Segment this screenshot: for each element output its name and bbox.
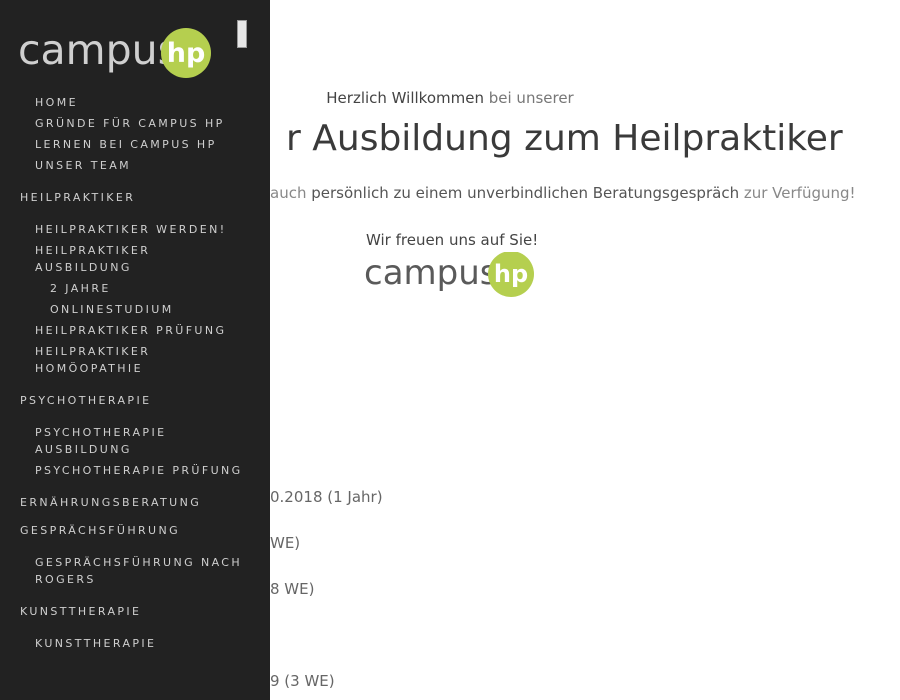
campus-hp-logo-graphic: campus hp	[364, 251, 534, 297]
course-date-3: 8 WE)	[270, 580, 315, 598]
course-date-1: 0.2018 (1 Jahr)	[270, 488, 383, 506]
nav-item-hp-pruefung[interactable]: Heilpraktiker Prüfung	[0, 320, 270, 341]
course-date-4: 9 (3 WE)	[270, 672, 335, 690]
nav-item-hp-ausbildung[interactable]: Heilpraktiker Ausbildung	[0, 240, 270, 278]
nav-item-gruende[interactable]: Gründe für Campus HP	[0, 113, 270, 134]
main-navigation: Home Gründe für Campus HP Lernen bei Cam…	[0, 92, 270, 654]
close-drawer-handle[interactable]	[237, 20, 247, 48]
nav-item-kunst-sub[interactable]: Kunsttherapie	[0, 633, 270, 654]
consultation-strong: persönlich zu einem unverbindlichen Bera…	[311, 184, 740, 202]
nav-item-psy-ausbildung[interactable]: Psychotherapie Ausbildung	[0, 422, 270, 460]
nav-item-2-jahre[interactable]: 2 Jahre	[0, 278, 270, 299]
nav-item-heilpraktiker[interactable]: Heilpraktiker	[0, 187, 270, 208]
campus-hp-logo-graphic-drawer: campus hp	[18, 26, 211, 78]
nav-item-psy-pruefung[interactable]: Psychotherapie Prüfung	[0, 460, 270, 481]
consultation-soft-1: auch	[270, 184, 307, 202]
nav-item-home[interactable]: Home	[0, 92, 270, 113]
nav-item-ernaehrung[interactable]: Ernährungsberatung	[0, 492, 270, 513]
nav-item-team[interactable]: Unser Team	[0, 155, 270, 176]
welcome-soft: bei unserer	[488, 89, 574, 107]
logo-wordmark: campus	[364, 253, 498, 293]
welcome-strong: Herzlich Willkommen	[326, 89, 484, 107]
campus-hp-logo[interactable]: campus hp	[18, 24, 214, 84]
closing-line: Wir freuen uns auf Sie!	[366, 231, 539, 249]
nav-item-lernen[interactable]: Lernen bei Campus HP	[0, 134, 270, 155]
campus-hp-logo-main[interactable]: campus hp	[364, 251, 536, 304]
logo-badge-text-drawer: hp	[167, 38, 206, 69]
consultation-line: auch persönlich zu einem unverbindlichen…	[270, 184, 856, 202]
nav-item-gespraech[interactable]: Gesprächsführung	[0, 520, 270, 541]
consultation-soft-2: zur Verfügung!	[743, 184, 856, 202]
nav-item-gespraech-rogers[interactable]: Gesprächsführung nach Rogers	[0, 552, 270, 590]
nav-drawer: campus hp Home Gründe für Campus HP Lern…	[0, 0, 270, 700]
page-headline: r Ausbildung zum Heilpraktiker	[286, 118, 843, 159]
nav-item-onlinestudium[interactable]: Onlinestudium	[0, 299, 270, 320]
course-date-2: WE)	[270, 534, 301, 552]
page: Herzlich Willkommen bei unserer r Ausbil…	[0, 0, 900, 700]
nav-item-hp-homoeopathie[interactable]: Heilpraktiker Homöopathie	[0, 341, 270, 379]
nav-item-kunst[interactable]: Kunsttherapie	[0, 601, 270, 622]
nav-item-psychotherapie[interactable]: Psychotherapie	[0, 390, 270, 411]
nav-item-hp-werden[interactable]: Heilpraktiker werden!	[0, 219, 270, 240]
logo-wordmark-drawer: campus	[18, 26, 179, 74]
logo-badge-text: hp	[494, 260, 528, 288]
